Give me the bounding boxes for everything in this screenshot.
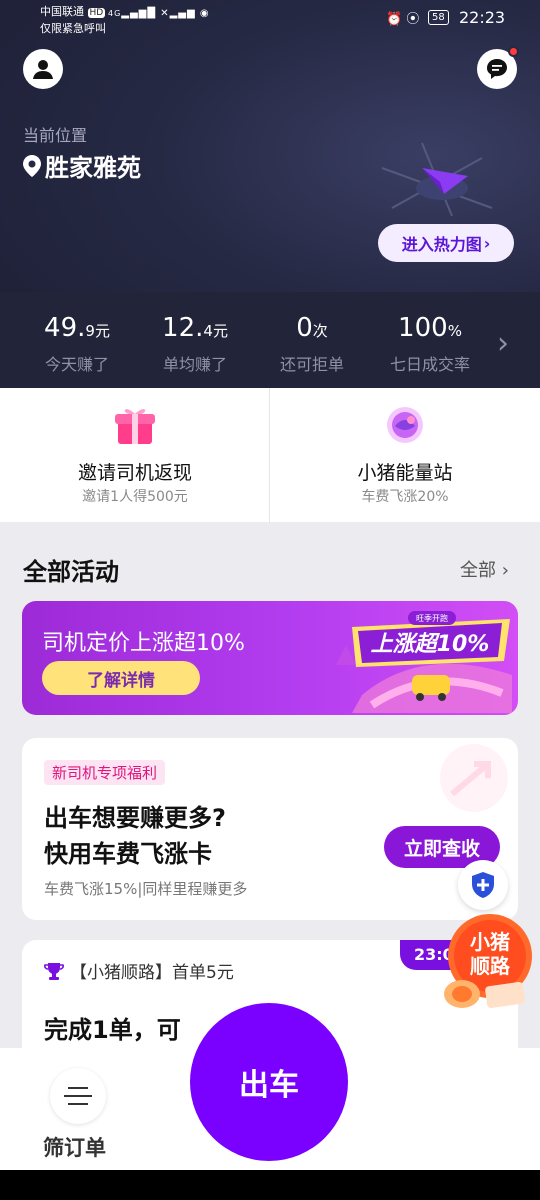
stat-label: 单均赚了: [162, 355, 227, 374]
promo-main-text: 完成1单，可: [44, 1016, 181, 1044]
emergency-text: 仅限紧急呼叫: [40, 22, 106, 35]
new-driver-welfare-card[interactable]: 新司机专项福利 出车想要赚更多? 快用车费飞涨卡 车费飞涨15%|同样里程赚更多…: [22, 738, 518, 920]
promo-title: 【小猪顺路】首单5元: [44, 958, 234, 983]
stat-today-earnings: 49.9元 今天赚了: [17, 312, 137, 375]
price-rise-banner[interactable]: 司机定价上涨超10% 了解详情 旺季开跑 上涨超10%: [22, 601, 518, 715]
filter-orders-button[interactable]: [50, 1068, 106, 1124]
arrow-decoration-icon: [440, 744, 508, 812]
stat-label: 七日成交率: [389, 355, 470, 374]
price-rise-illustration: 旺季开跑 上涨超10%: [336, 611, 512, 713]
stat-decimal: 9: [85, 322, 95, 340]
unread-dot: [508, 46, 519, 57]
system-nav-bar: [0, 1170, 540, 1200]
welfare-tag: 新司机专项福利: [44, 760, 166, 785]
stat-label: 还可拒单: [279, 355, 344, 374]
card-subtitle: 邀请1人得500元: [82, 489, 188, 505]
start-driving-button[interactable]: 出车: [190, 1003, 348, 1161]
location-pin-icon: [23, 154, 41, 177]
trophy-icon: [44, 962, 64, 980]
location-label: 当前位置: [23, 126, 88, 145]
profile-avatar-button[interactable]: [23, 49, 63, 89]
welfare-headline-1: 出车想要赚更多?: [44, 804, 226, 832]
stat-deal-rate: 100% 七日成交率: [370, 312, 490, 375]
status-bar: 中国联通 HD 仅限紧急呼叫 4G▂▄▆█ ✕▂▄▆ ◉ ⏰ ⦿ 58 22:2…: [0, 0, 540, 38]
user-icon: [33, 60, 53, 79]
location-text: 胜家雅苑: [45, 154, 141, 182]
stat-unit: 次: [312, 322, 328, 340]
stat-unit: %: [447, 322, 462, 340]
hd-badge: HD: [87, 8, 106, 18]
location-name[interactable]: 胜家雅苑: [23, 148, 141, 183]
chevron-right-icon[interactable]: ›: [497, 326, 509, 361]
battery-level: 58: [432, 12, 445, 23]
stat-value: 100: [398, 313, 448, 343]
check-now-label: 立即查收: [403, 837, 480, 860]
all-link-label: 全部: [460, 560, 496, 581]
stat-unit: 元: [212, 322, 228, 340]
heatmap-label: 进入热力图: [401, 235, 482, 254]
chat-icon: [487, 59, 507, 79]
carrier-name: 中国联通: [40, 5, 84, 18]
card-subtitle: 车费飞涨20%: [361, 489, 449, 505]
status-time: 22:23: [459, 8, 506, 27]
welfare-subtitle: 车费飞涨15%|同样里程赚更多: [44, 880, 248, 898]
navigation-radar-icon: [381, 142, 493, 217]
promo-title-text: 【小猪顺路】首单5元: [70, 963, 234, 983]
banner-title: 司机定价上涨超10%: [42, 631, 245, 656]
start-driving-label: 出车: [239, 1068, 299, 1103]
shunlu-floating-badge[interactable]: 小猪 顺路: [440, 910, 536, 1012]
activities-title: 全部活动: [23, 558, 119, 586]
shunlu-badge-line1: 小猪: [470, 930, 510, 954]
learn-more-button[interactable]: 了解详情: [42, 661, 200, 695]
stat-value: 12.: [162, 313, 204, 343]
card-title: 邀请司机返现: [77, 462, 192, 484]
shield-plus-icon: [472, 872, 494, 898]
safety-shield-button[interactable]: [458, 860, 508, 910]
stat-value: 0: [296, 313, 313, 343]
alarm-location-icons: ⏰ ⦿: [386, 12, 420, 27]
stat-value: 49.: [44, 313, 86, 343]
gift-box-icon: [115, 409, 155, 444]
carrier-info: 中国联通 HD 仅限紧急呼叫: [40, 4, 106, 36]
energy-orb-icon: [387, 407, 423, 443]
filter-orders-label[interactable]: 筛订单: [43, 1132, 106, 1162]
activities-all-link[interactable]: 全部 ›: [460, 556, 509, 582]
chevron-right-icon: ›: [501, 560, 509, 581]
signal-icon: 4G▂▄▆█ ✕▂▄▆ ◉: [108, 8, 210, 19]
badge-small-text: 旺季开跑: [416, 613, 448, 623]
badge-big-text: 上涨超10%: [371, 632, 490, 657]
stat-unit: 元: [94, 322, 110, 340]
stat-label: 今天赚了: [44, 355, 109, 374]
shunlu-badge-line2: 顺路: [470, 954, 510, 978]
welfare-headline-2: 快用车费飞涨卡: [44, 840, 212, 868]
invite-driver-card[interactable]: 邀请司机返现 邀请1人得500元: [0, 388, 270, 522]
stat-decimal: 4: [203, 322, 213, 340]
heatmap-button[interactable]: 进入热力图 ›: [378, 224, 514, 262]
quick-cards: 邀请司机返现 邀请1人得500元 小猪能量站 车费飞涨20%: [0, 388, 540, 522]
stat-average-earnings: 12.4元 单均赚了: [135, 312, 255, 375]
energy-station-card[interactable]: 小猪能量站 车费飞涨20%: [270, 388, 540, 522]
battery-icon: 58: [428, 10, 449, 25]
chevron-right-icon: ›: [483, 233, 491, 253]
network-type: 4G: [108, 9, 122, 18]
card-title: 小猪能量站: [357, 462, 453, 484]
filter-lines-icon: [64, 1087, 92, 1105]
learn-more-label: 了解详情: [87, 670, 155, 691]
stat-rejections-left: 0次 还可拒单: [252, 312, 372, 375]
earnings-stats[interactable]: 49.9元 今天赚了 12.4元 单均赚了 0次 还可拒单 100% 七日成交率…: [0, 292, 540, 388]
